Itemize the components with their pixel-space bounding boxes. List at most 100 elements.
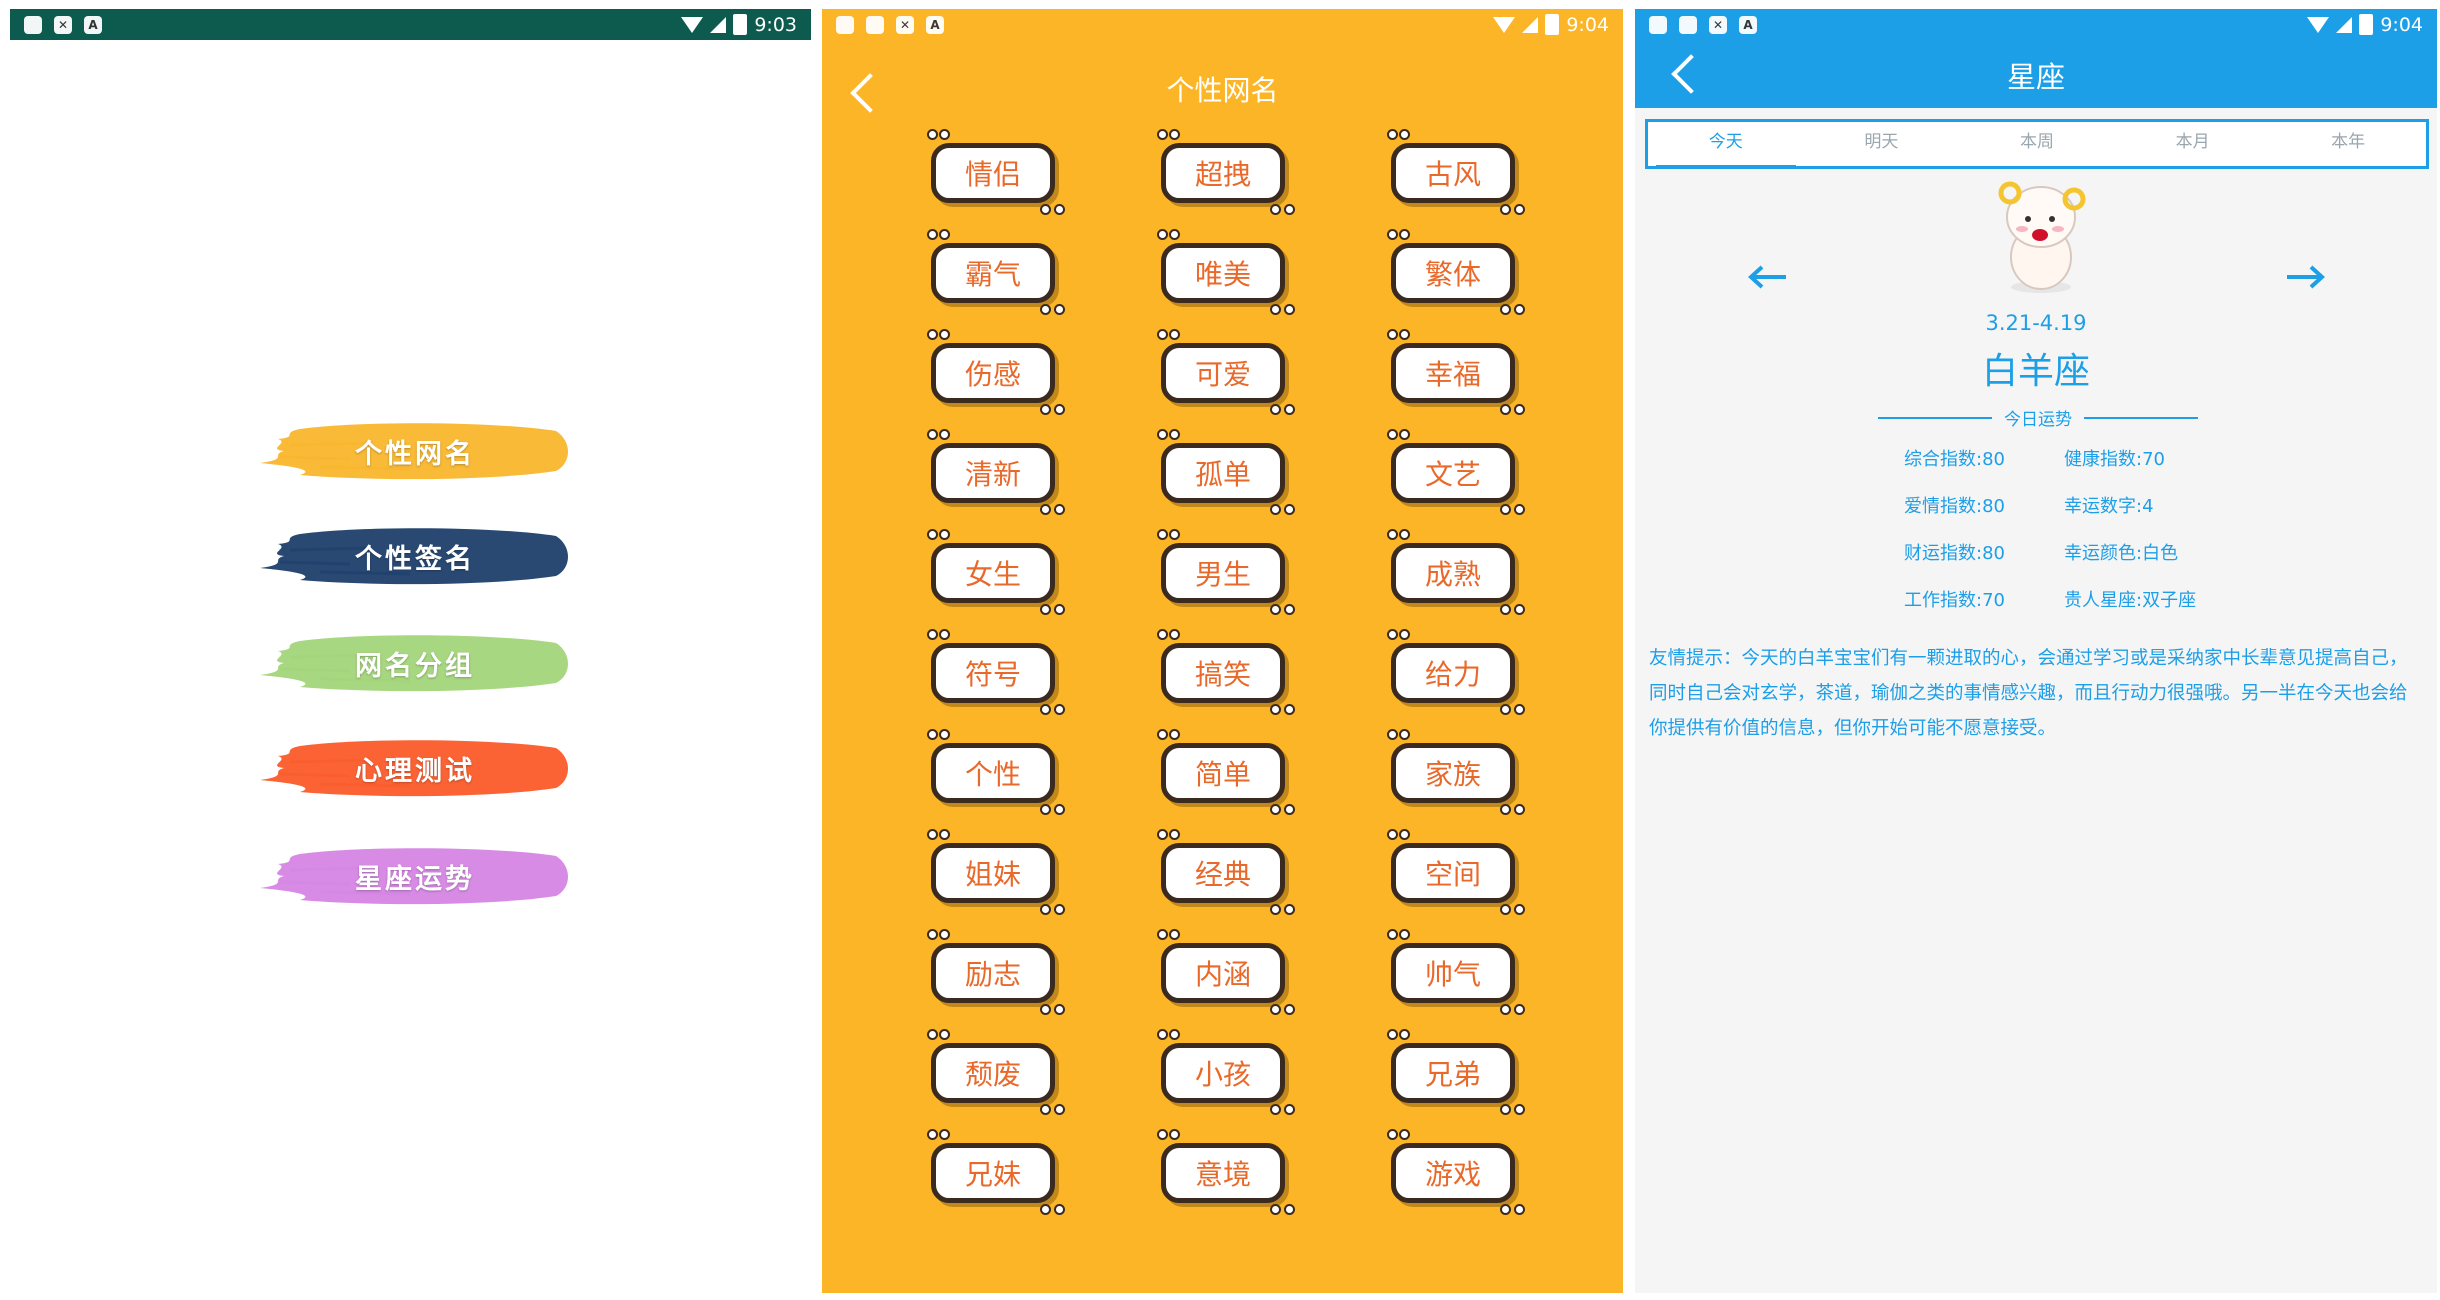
previous-sign-arrow-icon[interactable] (1748, 264, 1788, 290)
tag-frame: 励志 (931, 943, 1055, 1003)
zodiac-name: 白羊座 (1981, 351, 2090, 392)
tag-button[interactable]: 情侣 (927, 129, 1065, 215)
decor-dot (1054, 804, 1065, 815)
tag-button[interactable]: 励志 (927, 929, 1065, 1015)
fortune-stats: 综合指数:80 健康指数:70 爱情指数:80 幸运数字:4 财运指数:80 幸运颜色:白… (1904, 449, 2224, 612)
decor-dot (1500, 1104, 1511, 1115)
tag-button[interactable]: 古风 (1387, 129, 1525, 215)
tag-label: 清新 (964, 458, 1021, 491)
decor-dot (1054, 504, 1065, 515)
decor-dot (1040, 904, 1051, 915)
decor-dot (1169, 529, 1180, 540)
tag-button[interactable]: 唯美 (1157, 229, 1295, 315)
decor-dot (1399, 629, 1410, 640)
decor-dot (1500, 404, 1511, 415)
decor-dot (1157, 1129, 1168, 1140)
decor-dot (1399, 229, 1410, 240)
decor-dot (939, 229, 950, 240)
tag-button[interactable]: 个性 (927, 729, 1065, 815)
fortune-stat: 财运指数:80 (1904, 543, 2005, 564)
tag-button[interactable]: 兄弟 (1387, 1029, 1525, 1115)
tag-button[interactable]: 姐妹 (927, 829, 1065, 915)
today-fortune-label: 今日运势 (2004, 410, 2072, 430)
horoscope-screen: ✕ A 9:04 星座 今天明天本周本月本年 3.21-4.19 白羊座 (1635, 9, 2437, 1293)
divider-line (2084, 416, 2198, 419)
tab-3[interactable]: 本月 (2115, 122, 2271, 166)
tab-1[interactable]: 明天 (1804, 122, 1960, 166)
decor-dot (1387, 229, 1398, 240)
decor-dot (1040, 304, 1051, 315)
decor-dot (1169, 729, 1180, 740)
tag-button[interactable]: 伤感 (927, 329, 1065, 415)
tag-button[interactable]: 游戏 (1387, 1129, 1525, 1215)
tag-button[interactable]: 霸气 (927, 229, 1065, 315)
next-sign-arrow-icon[interactable] (2285, 264, 2325, 290)
tag-button[interactable]: 符号 (927, 629, 1065, 715)
menu-item-horoscope[interactable]: 星座运势 (260, 844, 570, 908)
decor-dot (1514, 1204, 1525, 1215)
decor-dot (1169, 1029, 1180, 1040)
menu-item-personal-nickname[interactable]: 个性网名 (260, 419, 570, 483)
menu-item-nickname-groups[interactable]: 网名分组 (260, 631, 570, 695)
menu-item-psych-test[interactable]: 心理测试 (260, 736, 570, 800)
tag-label: 情侣 (964, 158, 1021, 191)
tag-label: 兄弟 (1424, 1058, 1481, 1091)
tag-button[interactable]: 帅气 (1387, 929, 1525, 1015)
decor-dot (1040, 204, 1051, 215)
tab-0[interactable]: 今天 (1648, 122, 1804, 168)
tag-frame: 唯美 (1161, 243, 1285, 303)
tag-button[interactable]: 可爱 (1157, 329, 1295, 415)
fortune-stat: 幸运数字:4 (2064, 496, 2154, 517)
tag-frame: 男生 (1161, 543, 1285, 603)
tab-2[interactable]: 本周 (1959, 122, 2115, 166)
tag-button[interactable]: 家族 (1387, 729, 1525, 815)
decor-dot (1040, 1104, 1051, 1115)
decor-dot (939, 329, 950, 340)
tag-button[interactable]: 成熟 (1387, 529, 1525, 615)
decor-dot (1157, 829, 1168, 840)
tag-button[interactable]: 简单 (1157, 729, 1295, 815)
menu-item-personal-signature[interactable]: 个性签名 (260, 524, 570, 588)
decor-dot (1500, 204, 1511, 215)
decor-dot (939, 529, 950, 540)
tag-button[interactable]: 超拽 (1157, 129, 1295, 215)
tag-label: 伤感 (964, 358, 1021, 391)
decor-dot (1054, 404, 1065, 415)
tag-button[interactable]: 经典 (1157, 829, 1295, 915)
tag-button[interactable]: 繁体 (1387, 229, 1525, 315)
tag-frame: 个性 (931, 743, 1055, 803)
tab-4[interactable]: 本年 (2270, 122, 2426, 166)
decor-dot (1387, 629, 1398, 640)
tag-button[interactable]: 孤单 (1157, 429, 1295, 515)
tag-label: 内涵 (1194, 958, 1251, 991)
decor-dot (939, 929, 950, 940)
signal-icon (1522, 16, 1539, 33)
tag-button[interactable]: 清新 (927, 429, 1065, 515)
tag-button[interactable]: 空间 (1387, 829, 1525, 915)
tag-button[interactable]: 颓废 (927, 1029, 1065, 1115)
decor-dot (1514, 304, 1525, 315)
decor-dot (939, 829, 950, 840)
tag-button[interactable]: 内涵 (1157, 929, 1295, 1015)
friendly-tip: 友情提示：今天的白羊宝宝们有一颗进取的心，会通过学习或是采纳家中长辈意见提高自己… (1649, 648, 2408, 739)
tag-button[interactable]: 幸福 (1387, 329, 1525, 415)
tag-frame: 姐妹 (931, 843, 1055, 903)
tag-label: 霸气 (964, 258, 1021, 291)
tag-button[interactable]: 意境 (1157, 1129, 1295, 1215)
close-box-icon: ✕ (54, 15, 72, 34)
decor-dot (939, 629, 950, 640)
tag-button[interactable]: 男生 (1157, 529, 1295, 615)
tag-button[interactable]: 女生 (927, 529, 1065, 615)
menu-item-label: 个性网名 (355, 438, 475, 470)
tag-button[interactable]: 给力 (1387, 629, 1525, 715)
fortune-stat: 综合指数:80 (1904, 449, 2005, 470)
tag-button[interactable]: 文艺 (1387, 429, 1525, 515)
decor-dot (1399, 729, 1410, 740)
decor-dot (1040, 404, 1051, 415)
decor-dot (1387, 829, 1398, 840)
tag-button[interactable]: 兄妹 (927, 1129, 1065, 1215)
decor-dot (1270, 1104, 1281, 1115)
tag-button[interactable]: 搞笑 (1157, 629, 1295, 715)
decor-dot (1270, 304, 1281, 315)
tag-button[interactable]: 小孩 (1157, 1029, 1295, 1115)
